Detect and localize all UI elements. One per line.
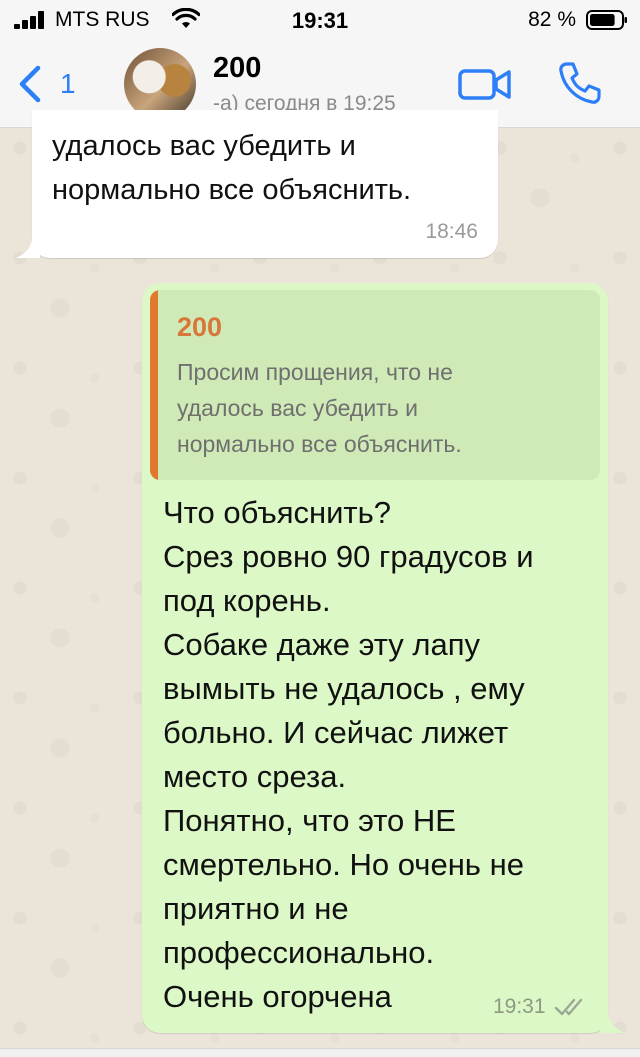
message-time: 18:46 <box>425 220 478 243</box>
bubble-tail <box>600 1011 626 1033</box>
outgoing-message-bubble[interactable]: 200 Просим прощения, что не удалось вас … <box>142 283 626 1033</box>
double-check-icon <box>554 998 583 1016</box>
quoted-message[interactable]: 200 Просим прощения, что не удалось вас … <box>150 290 600 480</box>
contact-name[interactable]: 200 <box>213 52 261 85</box>
unread-count: 1 <box>60 68 76 99</box>
bubble-tail <box>16 238 40 258</box>
battery-percentage: 82 % <box>528 8 576 31</box>
status-bar: MTS RUS 19:31 82 % <box>0 0 640 40</box>
video-call-icon[interactable] <box>458 66 512 102</box>
message-text: удалось вас убедить и нормально все объя… <box>52 130 412 206</box>
incoming-message-bubble[interactable]: удалось вас убедить и нормально все объя… <box>16 110 498 258</box>
quote-accent-bar <box>150 290 158 480</box>
phone-icon[interactable] <box>556 60 602 106</box>
quote-author: 200 <box>177 312 223 342</box>
chevron-left-icon <box>19 65 41 103</box>
back-button[interactable]: 1 <box>14 62 84 106</box>
battery-icon <box>586 10 627 30</box>
message-text: Что объяснить? Срез ровно 90 градусов и … <box>163 495 534 1014</box>
quote-text: Просим прощения, что не удалось вас убед… <box>177 359 462 457</box>
message-meta: 19:31 <box>493 995 588 1023</box>
message-time: 19:31 <box>492 995 546 1018</box>
